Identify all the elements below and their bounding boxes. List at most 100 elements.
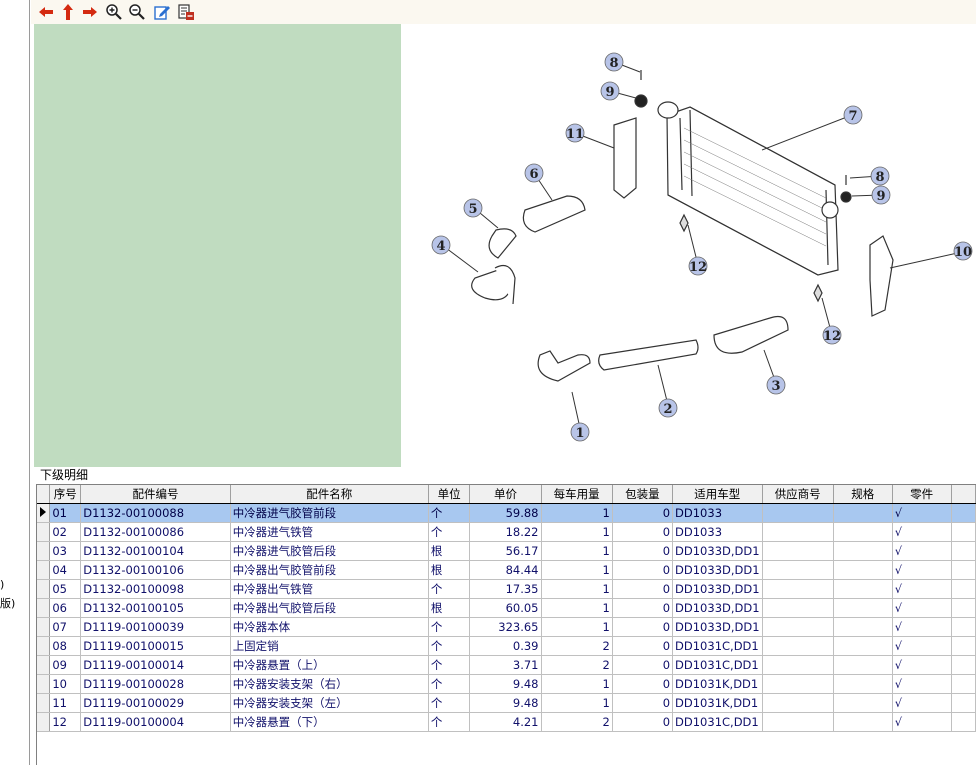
unit-cell[interactable]: 根 (428, 598, 471, 618)
edit-icon[interactable] (153, 3, 171, 21)
table-row[interactable]: 05 D1132-00100098 中冷器出气铁管个 17.35 1 0 DD1033D,D… (37, 579, 976, 599)
part-flag-cell[interactable]: √ (892, 598, 952, 618)
part-flag-cell[interactable]: √ (892, 579, 952, 599)
seq-cell[interactable]: 11 (49, 693, 82, 713)
table-row[interactable]: 01 D1132-00100088 中冷器进气胶管前段个 59.88 1 0 DD1033 √ (37, 502, 976, 523)
row-indicator[interactable] (37, 502, 51, 523)
unit-cell[interactable]: 根 (428, 541, 471, 561)
part-name-cell[interactable]: 中冷器进气胶管前段 (230, 502, 429, 523)
unit-cell[interactable]: 个 (428, 674, 471, 694)
row-indicator[interactable] (37, 655, 51, 675)
price-cell[interactable]: 0.39 (469, 636, 542, 656)
vehicle-model-cell[interactable]: DD1033D,DD1 (672, 598, 763, 618)
pack-qty-cell[interactable]: 0 (612, 541, 674, 561)
seq-cell[interactable]: 03 (49, 541, 82, 561)
part-number-cell[interactable]: D1132-00100105 (80, 598, 231, 618)
part-name-cell[interactable]: 中冷器悬置（下） (230, 712, 429, 732)
part-number-cell[interactable]: D1132-00100086 (80, 522, 231, 542)
supplier-cell[interactable] (762, 693, 834, 713)
qty-per-vehicle-cell[interactable]: 1 (541, 579, 613, 599)
price-cell[interactable]: 59.88 (469, 502, 542, 523)
pack-qty-cell[interactable]: 0 (612, 522, 674, 542)
table-row[interactable]: 06 D1132-00100105 中冷器出气胶管后段根 60.05 1 0 DD1033D… (37, 598, 976, 618)
pack-qty-cell[interactable]: 0 (612, 655, 674, 675)
spec-cell[interactable] (833, 502, 893, 523)
part-name-cell[interactable]: 中冷器安装支架（左） (230, 693, 429, 713)
part-flag-cell[interactable]: √ (892, 617, 952, 637)
column-header[interactable]: 每车用量 (541, 485, 613, 504)
qty-per-vehicle-cell[interactable]: 1 (541, 617, 613, 637)
part-number-cell[interactable]: D1119-00100039 (80, 617, 231, 637)
seq-cell[interactable]: 07 (49, 617, 82, 637)
unit-cell[interactable]: 个 (428, 636, 471, 656)
part-name-cell[interactable]: 中冷器出气胶管后段 (230, 598, 429, 618)
row-indicator[interactable] (37, 522, 51, 542)
supplier-cell[interactable] (762, 655, 834, 675)
part-flag-cell[interactable]: √ (892, 655, 952, 675)
part-name-cell[interactable]: 上固定销 (230, 636, 429, 656)
part-name-cell[interactable]: 中冷器出气胶管前段 (230, 560, 429, 580)
price-cell[interactable]: 323.65 (469, 617, 542, 637)
supplier-cell[interactable] (762, 502, 834, 523)
seq-cell[interactable]: 04 (49, 560, 82, 580)
spec-cell[interactable] (833, 636, 893, 656)
part-name-cell[interactable]: 中冷器安装支架（右） (230, 674, 429, 694)
row-indicator[interactable] (37, 712, 51, 732)
column-header[interactable]: 单价 (469, 485, 542, 504)
qty-per-vehicle-cell[interactable]: 1 (541, 674, 613, 694)
qty-per-vehicle-cell[interactable]: 1 (541, 693, 613, 713)
price-cell[interactable]: 17.35 (469, 579, 542, 599)
price-cell[interactable]: 9.48 (469, 674, 542, 694)
pack-qty-cell[interactable]: 0 (612, 579, 674, 599)
unit-cell[interactable]: 个 (428, 502, 471, 523)
vehicle-model-cell[interactable]: DD1031C,DD1 (672, 655, 763, 675)
seq-cell[interactable]: 02 (49, 522, 82, 542)
qty-per-vehicle-cell[interactable]: 2 (541, 636, 613, 656)
export-icon[interactable] (177, 3, 195, 21)
price-cell[interactable]: 4.21 (469, 712, 542, 732)
spec-cell[interactable] (833, 693, 893, 713)
supplier-cell[interactable] (762, 579, 834, 599)
spec-cell[interactable] (833, 655, 893, 675)
up-icon[interactable] (59, 3, 77, 21)
spec-cell[interactable] (833, 712, 893, 732)
part-flag-cell[interactable]: √ (892, 522, 952, 542)
qty-per-vehicle-cell[interactable]: 2 (541, 712, 613, 732)
vehicle-model-cell[interactable]: DD1033 (672, 522, 763, 542)
supplier-cell[interactable] (762, 522, 834, 542)
vehicle-model-cell[interactable]: DD1033 (672, 502, 763, 523)
part-number-cell[interactable]: D1132-00100104 (80, 541, 231, 561)
part-number-cell[interactable]: D1132-00100106 (80, 560, 231, 580)
seq-cell[interactable]: 10 (49, 674, 82, 694)
part-name-cell[interactable]: 中冷器本体 (230, 617, 429, 637)
unit-cell[interactable]: 个 (428, 579, 471, 599)
qty-per-vehicle-cell[interactable]: 1 (541, 598, 613, 618)
price-cell[interactable]: 60.05 (469, 598, 542, 618)
table-row[interactable]: 12 D1119-00100004 中冷器悬置（下）个 4.21 2 0 DD1031C,D… (37, 712, 976, 732)
unit-cell[interactable]: 个 (428, 712, 471, 732)
column-header[interactable]: 规格 (833, 485, 893, 504)
pack-qty-cell[interactable]: 0 (612, 502, 674, 523)
seq-cell[interactable]: 01 (49, 502, 82, 523)
part-number-cell[interactable]: D1119-00100014 (80, 655, 231, 675)
zoom-out-icon[interactable] (128, 3, 146, 21)
part-flag-cell[interactable]: √ (892, 502, 952, 523)
row-indicator[interactable] (37, 560, 51, 580)
column-header[interactable]: 零件 (892, 485, 952, 504)
qty-per-vehicle-cell[interactable]: 1 (541, 502, 613, 523)
price-cell[interactable]: 3.71 (469, 655, 542, 675)
part-number-cell[interactable]: D1132-00100098 (80, 579, 231, 599)
qty-per-vehicle-cell[interactable]: 1 (541, 522, 613, 542)
column-header[interactable]: 配件编号 (80, 485, 231, 504)
pack-qty-cell[interactable]: 0 (612, 636, 674, 656)
part-name-cell[interactable]: 中冷器进气胶管后段 (230, 541, 429, 561)
unit-cell[interactable]: 个 (428, 693, 471, 713)
pack-qty-cell[interactable]: 0 (612, 617, 674, 637)
row-indicator[interactable] (37, 579, 51, 599)
table-row[interactable]: 04 D1132-00100106 中冷器出气胶管前段根 84.44 1 0 DD1033D… (37, 560, 976, 580)
table-row[interactable]: 09 D1119-00100014 中冷器悬置（上）个 3.71 2 0 DD1031C,D… (37, 655, 976, 675)
supplier-cell[interactable] (762, 674, 834, 694)
vehicle-model-cell[interactable]: DD1031K,DD1 (672, 693, 763, 713)
part-number-cell[interactable]: D1119-00100028 (80, 674, 231, 694)
part-flag-cell[interactable]: √ (892, 674, 952, 694)
